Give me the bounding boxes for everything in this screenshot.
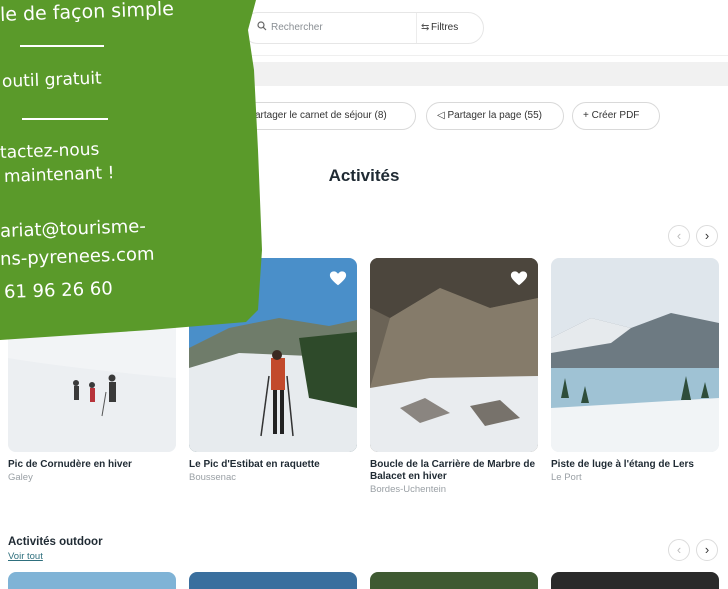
card-title: Boucle de la Carrière de Marbre de Balac… [370,459,536,482]
outdoor-card-image[interactable] [551,572,719,589]
card-title: Piste de luge à l'étang de Lers [551,459,694,470]
carousel-prev-button[interactable]: ‹ [668,225,690,247]
filters-button[interactable]: Filtres [431,22,458,33]
promo-line: tactez-nous [0,139,100,163]
outdoor-card-image[interactable] [370,572,538,589]
chevron-left-icon: ‹ [676,542,682,557]
grey-bar [230,62,728,86]
share-page-label: Partager la page (55) [447,110,542,121]
outdoor-section-title: Activités outdoor [8,536,103,548]
promo-line: maintenant ! [3,163,115,187]
card-subtitle: Bordes-Uchentein [370,484,447,495]
header-divider [230,55,728,56]
outdoor-prev-button[interactable]: ‹ [668,539,690,561]
send-icon: ◁ [437,110,448,121]
promo-underline [20,45,104,47]
promo-panel: le de façon simple outil gratuit tactez-… [0,0,262,347]
see-all-link[interactable]: Voir tout [8,551,43,562]
activity-card[interactable]: Boucle de la Carrière de Marbre de Balac… [370,258,538,496]
promo-line: outil gratuit [1,68,103,92]
filters-icon: ⇆ [421,22,430,33]
card-subtitle: Boussenac [189,472,237,483]
card-title: Pic de Cornudère en hiver [8,459,132,470]
heart-icon[interactable] [329,270,347,288]
outdoor-card-image[interactable] [8,572,176,589]
promo-underline [22,118,108,120]
share-page-button[interactable]: ◁ Partager la page (55) [426,102,564,130]
card-title: Le Pic d'Estibat en raquette [189,459,320,470]
search-divider [416,13,417,43]
carousel-next-button[interactable]: › [696,225,718,247]
card-image [551,258,719,452]
outdoor-card-image[interactable] [189,572,357,589]
chevron-right-icon: › [704,228,710,243]
search-box[interactable]: Rechercher ⇆ Filtres [242,12,484,44]
outdoor-next-button[interactable]: › [696,539,718,561]
heart-icon[interactable] [510,270,528,288]
card-image [370,258,538,452]
card-subtitle: Galey [8,472,33,483]
activity-card[interactable]: Piste de luge à l'étang de Lers Le Port [551,258,719,484]
chevron-left-icon: ‹ [676,228,682,243]
create-pdf-button[interactable]: + Créer PDF [572,102,660,130]
search-input[interactable]: Rechercher [271,22,323,33]
chevron-right-icon: › [704,542,710,557]
promo-phone: 61 96 26 60 [3,278,114,303]
card-subtitle: Le Port [551,472,582,483]
